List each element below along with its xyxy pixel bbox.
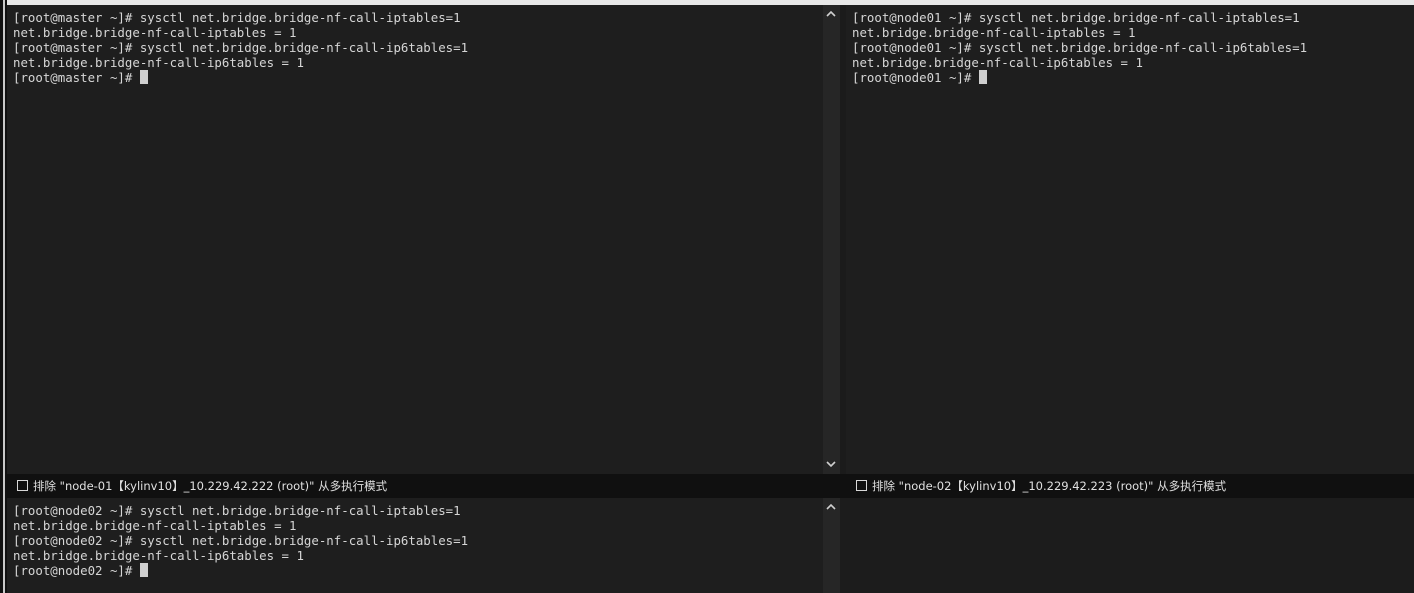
terminal-line: net.bridge.bridge-nf-call-ip6tables = 1 (13, 548, 304, 563)
terminal-line: net.bridge.bridge-nf-call-ip6tables = 1 (852, 55, 1143, 70)
terminal-line: [root@node01 ~]# sysctl net.bridge.bridg… (852, 10, 1300, 25)
terminal-output: [root@master ~]# sysctl net.bridge.bridg… (13, 10, 468, 85)
terminal-line: net.bridge.bridge-nf-call-iptables = 1 (852, 25, 1136, 40)
exclude-node02-checkbox[interactable] (856, 480, 867, 491)
terminal-output: [root@node01 ~]# sysctl net.bridge.bridg… (852, 10, 1307, 85)
window-left-edge (3, 0, 5, 593)
terminal-line: net.bridge.bridge-nf-call-iptables = 1 (13, 518, 297, 533)
scrollbar-node02[interactable] (823, 498, 840, 593)
exclude-node01-label[interactable]: 排除 "node-01【kylinv10】_10.229.42.222 (roo… (33, 478, 387, 494)
terminal-pane-node01[interactable]: [root@node01 ~]# sysctl net.bridge.bridg… (846, 5, 1414, 474)
terminal-prompt: [root@node01 ~]# (852, 70, 979, 85)
scrollbar-master[interactable] (823, 5, 840, 474)
exclude-node02-label[interactable]: 排除 "node-02【kylinv10】_10.229.42.223 (roo… (872, 478, 1226, 494)
empty-pane-area (840, 498, 1414, 593)
chevron-down-icon[interactable] (823, 458, 839, 472)
terminal-line: net.bridge.bridge-nf-call-ip6tables = 1 (13, 55, 304, 70)
terminal-pane-master[interactable]: [root@master ~]# sysctl net.bridge.bridg… (7, 5, 823, 474)
chevron-up-icon[interactable] (823, 7, 839, 21)
text-cursor (978, 70, 987, 84)
terminal-prompt-line[interactable]: [root@node02 ~]# (13, 563, 468, 578)
terminal-output: [root@node02 ~]# sysctl net.bridge.bridg… (13, 503, 468, 578)
terminal-line: [root@node01 ~]# sysctl net.bridge.bridg… (852, 40, 1308, 55)
exclude-bar-node01: 排除 "node-01【kylinv10】_10.229.42.222 (roo… (7, 474, 823, 498)
exclude-bar-node02: 排除 "node-02【kylinv10】_10.229.42.223 (roo… (846, 474, 1414, 498)
text-cursor (139, 563, 148, 577)
exclude-node01-checkbox[interactable] (17, 480, 28, 491)
terminal-line: net.bridge.bridge-nf-call-iptables = 1 (13, 25, 297, 40)
exclude-bar-gap (823, 474, 846, 498)
terminal-line: [root@master ~]# sysctl net.bridge.bridg… (13, 40, 469, 55)
terminal-pane-node02[interactable]: [root@node02 ~]# sysctl net.bridge.bridg… (7, 498, 823, 593)
text-cursor (139, 70, 148, 84)
terminal-line: [root@node02 ~]# sysctl net.bridge.bridg… (13, 533, 469, 548)
terminal-prompt-line[interactable]: [root@master ~]# (13, 70, 468, 85)
terminal-line: [root@node02 ~]# sysctl net.bridge.bridg… (13, 503, 461, 518)
terminal-prompt: [root@node02 ~]# (13, 563, 140, 578)
terminal-line: [root@master ~]# sysctl net.bridge.bridg… (13, 10, 461, 25)
terminal-prompt: [root@master ~]# (13, 70, 140, 85)
terminal-prompt-line[interactable]: [root@node01 ~]# (852, 70, 1307, 85)
chevron-up-icon[interactable] (823, 500, 839, 514)
